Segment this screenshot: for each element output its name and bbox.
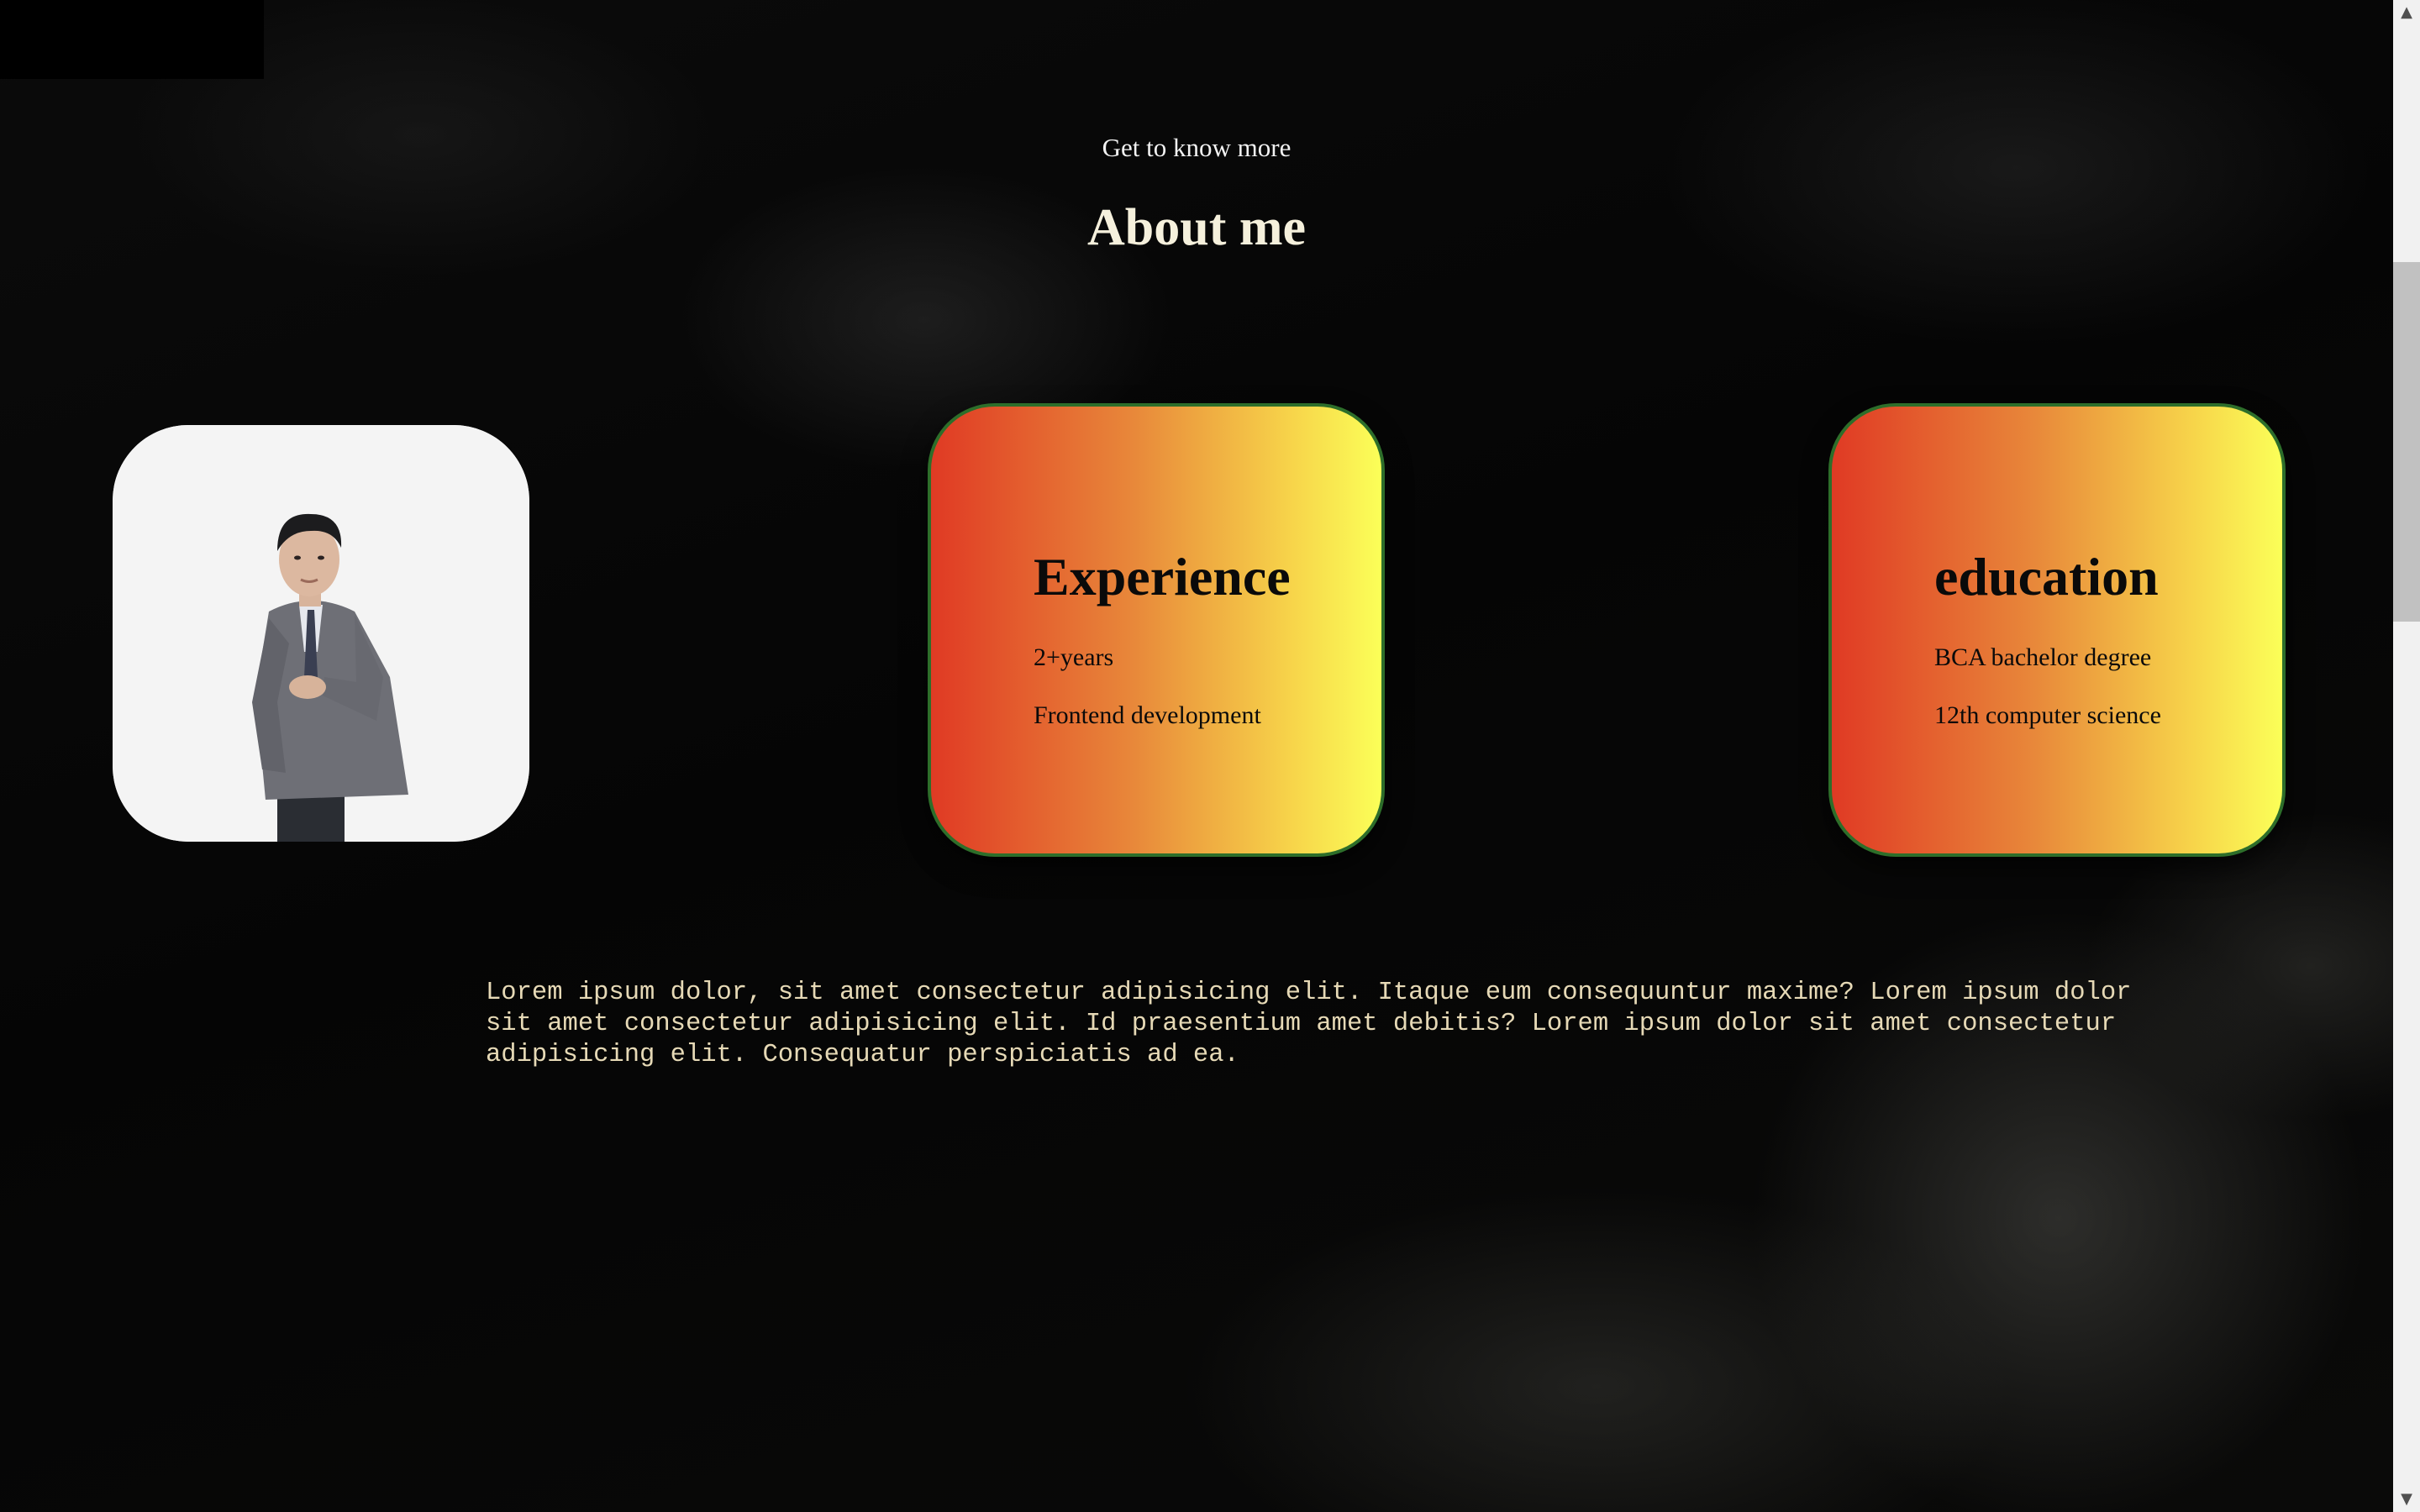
- scroll-down-arrow-icon[interactable]: ▼: [2393, 1487, 2420, 1512]
- section-title: About me: [1086, 199, 1307, 256]
- education-degree: BCA bachelor degree: [1934, 643, 2152, 671]
- scrollbar-thumb[interactable]: [2393, 262, 2420, 622]
- experience-years: 2+years: [1034, 643, 1114, 671]
- experience-card: Experience 2+years Frontend development: [928, 403, 1385, 857]
- bio-paragraph: Lorem ipsum dolor, sit amet consectetur …: [486, 979, 2132, 1069]
- section-subtitle: Get to know more: [1102, 133, 1292, 162]
- about-section: Get to know more About me Experience 2+y…: [0, 0, 2420, 1512]
- education-school: 12th computer science: [1934, 701, 2161, 729]
- experience-card-title: Experience: [1034, 547, 1291, 606]
- experience-field: Frontend development: [1034, 701, 1261, 729]
- education-card-title: education: [1934, 547, 2159, 606]
- header-block: [0, 0, 264, 79]
- profile-photo-illustration: [113, 425, 529, 842]
- scrollbar-track[interactable]: [2393, 0, 2420, 1512]
- profile-picture: [113, 425, 529, 842]
- education-card: education BCA bachelor degree 12th compu…: [1828, 403, 2286, 857]
- scroll-up-arrow-icon[interactable]: ▲: [2393, 0, 2420, 25]
